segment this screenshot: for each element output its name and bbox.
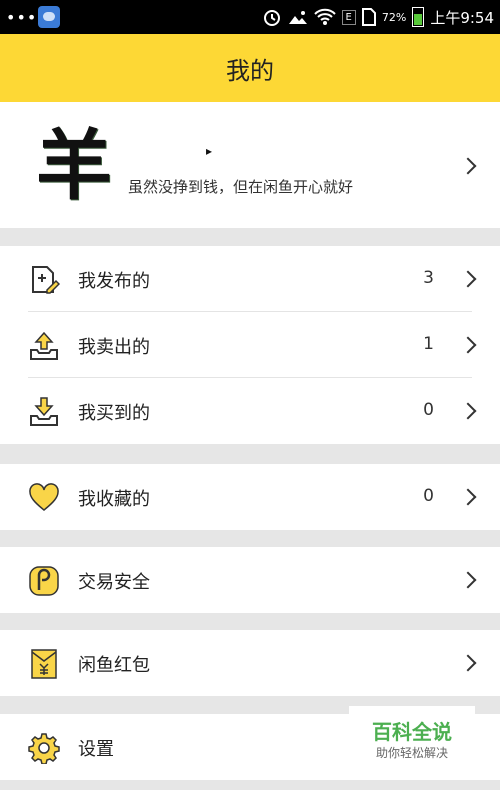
watermark-subtitle: 助你轻松解决 bbox=[375, 746, 448, 760]
publish-icon bbox=[32, 266, 60, 294]
chevron-right-icon bbox=[459, 488, 477, 506]
menu-item-label: 闲鱼红包 bbox=[78, 655, 150, 676]
chevron-right-icon bbox=[459, 654, 477, 672]
battery-icon bbox=[412, 7, 425, 27]
chevron-right-icon bbox=[459, 336, 477, 354]
heart-icon bbox=[29, 483, 59, 511]
chevron-right-icon bbox=[459, 270, 477, 288]
menu-item-count: 0 bbox=[423, 400, 434, 420]
menu-item-label: 我买到的 bbox=[78, 403, 150, 424]
menu-item-favorites[interactable]: 我收藏的 0 bbox=[0, 464, 500, 530]
menu-group-favorites: 我收藏的 0 bbox=[0, 464, 500, 530]
signal-icon: E bbox=[341, 9, 356, 25]
watermark: 百科全说 助你轻松解决 bbox=[349, 706, 475, 766]
bought-icon bbox=[30, 397, 58, 426]
chevron-right-icon bbox=[459, 402, 477, 420]
menu-item-count: 1 bbox=[423, 334, 434, 354]
safety-icon bbox=[29, 566, 59, 596]
page-title: 我的 bbox=[226, 56, 274, 85]
sold-icon bbox=[30, 331, 58, 360]
app-header: 我的 bbox=[0, 34, 500, 102]
red-envelope-icon bbox=[31, 649, 57, 679]
clock: 上午9:54 bbox=[430, 8, 494, 27]
menu-item-bought[interactable]: 我买到的 0 bbox=[0, 378, 500, 444]
menu-item-label: 我收藏的 bbox=[78, 489, 150, 510]
profile-name: ▸ bbox=[206, 144, 213, 158]
menu-item-sold[interactable]: 我卖出的 1 bbox=[0, 312, 500, 378]
wifi-icon bbox=[313, 8, 336, 25]
menu-item-count: 3 bbox=[423, 268, 434, 288]
menu-item-label: 设置 bbox=[78, 739, 114, 760]
chevron-right-icon bbox=[459, 571, 477, 589]
status-icons: E 72% 上午9:54 bbox=[262, 0, 494, 34]
menu-item-label: 交易安全 bbox=[78, 572, 150, 593]
menu-item-label: 我发布的 bbox=[78, 271, 150, 292]
menu-group-safety: 交易安全 bbox=[0, 547, 500, 613]
chevron-right-icon bbox=[459, 157, 477, 175]
menu-item-published[interactable]: 我发布的 3 bbox=[0, 246, 500, 312]
profile-card[interactable]: 羊 ▸ 虽然没挣到钱，但在闲鱼开心就好 bbox=[0, 102, 500, 228]
menu-group-trades: 我发布的 3 我卖出的 1 我买到的 0 bbox=[0, 246, 500, 444]
watermark-title: 百科全说 bbox=[372, 720, 452, 744]
photo-icon bbox=[288, 11, 307, 24]
weather-app-icon bbox=[38, 6, 60, 28]
avatar: 羊 bbox=[36, 121, 112, 210]
menu-item-redpacket[interactable]: 闲鱼红包 bbox=[0, 630, 500, 696]
menu-item-safety[interactable]: 交易安全 bbox=[0, 547, 500, 613]
battery-percent: 72% bbox=[381, 10, 407, 24]
sim-icon bbox=[361, 8, 376, 26]
status-bar: ••• E 72% 上午9:54 bbox=[0, 0, 500, 34]
menu-group-redpacket: 闲鱼红包 bbox=[0, 630, 500, 696]
overflow-dots: ••• bbox=[6, 8, 38, 27]
menu-item-count: 0 bbox=[423, 486, 434, 506]
menu-item-label: 我卖出的 bbox=[78, 337, 150, 358]
profile-bio: 虽然没挣到钱，但在闲鱼开心就好 bbox=[128, 178, 354, 196]
gear-icon bbox=[28, 733, 60, 764]
alarm-icon bbox=[263, 10, 280, 26]
